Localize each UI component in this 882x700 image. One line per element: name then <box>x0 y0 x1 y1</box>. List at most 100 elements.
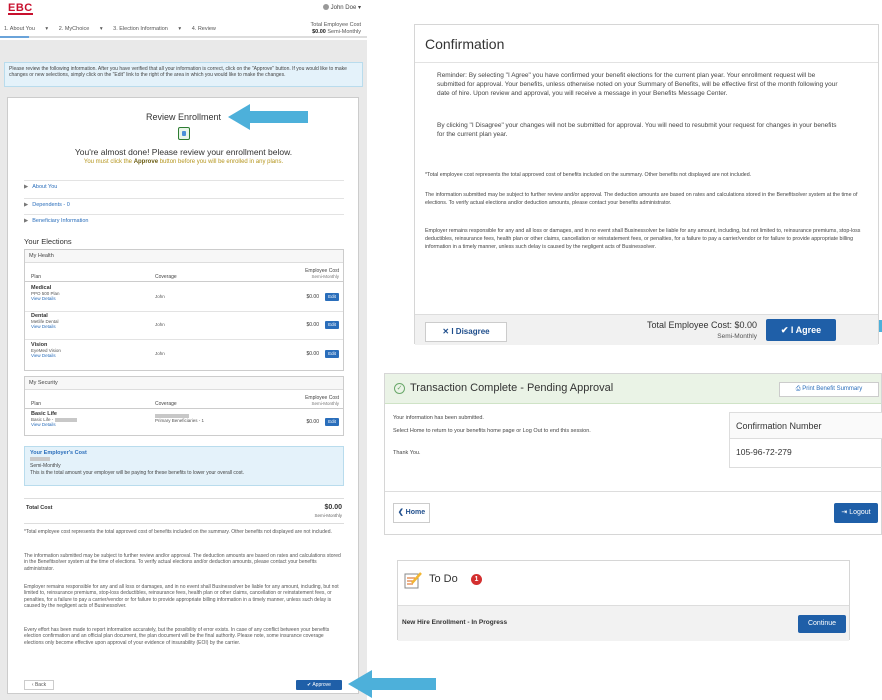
edit-button[interactable]: Edit <box>325 321 339 329</box>
panel-title: Transaction Complete - Pending Approval <box>410 382 614 394</box>
user-menu[interactable]: John Doe ▾ <box>322 4 361 11</box>
footnote-liability: Employer remains responsible for any and… <box>425 228 861 250</box>
header-total-value: $0.00 <box>312 28 326 35</box>
home-button[interactable]: ❮ Home <box>393 503 430 523</box>
chevron-down-icon: ▾ <box>356 5 361 11</box>
reminder-text: Reminder: By selecting "I Agree" you hav… <box>437 72 838 97</box>
footer-total-period: Semi-Monthly <box>717 333 757 340</box>
dialog-body: Reminder: By selecting "I Agree" you hav… <box>425 63 868 318</box>
dialog-footer: ✕ I Disagree Total Employee Cost: $0.00 … <box>415 314 878 345</box>
todo-list-icon <box>404 572 422 589</box>
footnote-total: *Total employee cost represents the tota… <box>24 529 332 535</box>
plan-row-medical: Medical PPO 500 Plan View Details <box>31 285 60 301</box>
print-benefit-summary-button[interactable]: ⎙ Print Benefit Summary <box>779 382 879 397</box>
col-plan: Plan <box>31 274 42 280</box>
back-button[interactable]: ‹ Back <box>24 680 54 690</box>
plan-row-vision: Vision EyeMed Vision View Details <box>31 342 61 358</box>
review-enrollment-screen: EBC John Doe ▾ 1. About You ▾ 2. MyChoic… <box>0 0 367 700</box>
submitted-text: Your information has been submitted. <box>393 415 484 421</box>
panel-header: ✓ Transaction Complete - Pending Approva… <box>385 374 881 404</box>
accordion-about-you[interactable]: ▶ About You <box>24 180 344 192</box>
user-icon <box>322 4 329 11</box>
almost-done-text: You're almost done! Please review your e… <box>74 147 293 157</box>
caret-right-icon: ▶ <box>24 202 29 208</box>
footer-total-cost: Total Employee Cost: $0.00 <box>646 320 757 330</box>
chevron-left-icon: ❮ <box>397 509 406 516</box>
total-cost-period: Semi-Monthly <box>314 513 342 518</box>
cost-value: $0.00 <box>306 294 319 300</box>
view-details-link[interactable]: View Details <box>31 353 61 358</box>
cost-value: $0.00 <box>306 351 319 357</box>
edit-button[interactable]: Edit <box>325 418 339 426</box>
total-cost-value: $0.00 <box>324 504 342 511</box>
col-employee-cost: Employee Cost Semi-Monthly <box>305 395 339 406</box>
footnote-accuracy: Every effort has been made to report inf… <box>24 627 330 646</box>
continue-button[interactable]: Continue <box>798 615 846 633</box>
agree-button[interactable]: ✔ I Agree <box>766 319 836 341</box>
plan-row-dental: Dental Metlife Dental View Details <box>31 313 59 329</box>
redacted-value <box>30 457 50 462</box>
todo-panel: To Do 1 New Hire Enrollment - In Progres… <box>397 560 850 641</box>
disagree-button[interactable]: ✕ I Disagree <box>425 322 507 342</box>
cost-value: $0.00 <box>306 322 319 328</box>
callout-arrow <box>228 104 308 130</box>
step-about-you[interactable]: 1. About You ▾ <box>4 26 48 32</box>
accordion-beneficiary[interactable]: ▶ Beneficiary Information <box>24 214 344 226</box>
panel-footer: ❮ Home ⇥ Logout <box>385 491 881 536</box>
employer-cost-box: Your Employer's Cost Semi-Monthly This i… <box>24 446 344 486</box>
confirmation-number-value: 105-96-72-279 <box>736 447 792 457</box>
logo: EBC <box>8 2 33 15</box>
progress-bar <box>0 36 367 38</box>
step-mychoice[interactable]: 2. MyChoice ▾ <box>59 26 103 32</box>
callout-arrow <box>348 670 436 698</box>
your-elections-heading: Your Elections <box>24 237 72 246</box>
employer-cost-desc: This is the total amount your employer w… <box>30 469 244 476</box>
todo-title: To Do <box>429 573 458 585</box>
step-election-information[interactable]: 3. Election Information ▾ <box>113 26 181 32</box>
coverage-value: John <box>155 322 165 327</box>
coverage-value: John <box>155 294 165 299</box>
view-details-link[interactable]: View Details <box>31 296 60 301</box>
page-title: Review Enrollment <box>145 112 222 122</box>
view-details-link[interactable]: View Details <box>31 422 77 427</box>
coverage-value: John <box>155 351 165 356</box>
instructions-notice: Please review the following information.… <box>4 62 363 87</box>
user-name: John Doe <box>330 5 357 11</box>
disagree-text: By clicking "I Disagree" your changes wi… <box>437 122 837 138</box>
shield-icon <box>178 127 190 140</box>
confirmation-dialog: Confirmation Reminder: By selecting "I A… <box>414 24 879 345</box>
transaction-complete-panel: ✓ Transaction Complete - Pending Approva… <box>384 373 882 535</box>
header-total-cost: Total Employee Cost $0.00 Semi-Monthly <box>311 22 361 35</box>
group-title: My Security <box>25 377 343 390</box>
col-coverage: Coverage <box>155 401 177 407</box>
approve-button[interactable]: ✔ Approve <box>296 680 342 690</box>
thank-you-text: Thank You. <box>393 450 421 456</box>
logout-button[interactable]: ⇥ Logout <box>834 503 878 523</box>
dialog-title: Confirmation <box>415 25 878 63</box>
todo-item-row: New Hire Enrollment - In Progress Contin… <box>398 605 849 641</box>
edit-button[interactable]: Edit <box>325 350 339 358</box>
edit-button[interactable]: Edit <box>325 293 339 301</box>
group-title: My Health <box>25 250 343 263</box>
check-icon: ✔ <box>780 325 791 335</box>
accordion-dependents[interactable]: ▶ Dependents - 0 <box>24 198 344 210</box>
progress-fill <box>0 36 30 38</box>
cost-value: $0.00 <box>306 419 319 425</box>
plan-row-basic-life: Basic Life Basic Life - View Details <box>31 411 77 427</box>
view-details-link[interactable]: View Details <box>31 324 59 329</box>
col-employee-cost: Employee Cost Semi-Monthly <box>305 268 339 279</box>
confirmation-number-box: Confirmation Number 105-96-72-279 <box>729 412 882 468</box>
my-health-group: My Health Plan Coverage Employee Cost Sem… <box>24 249 344 371</box>
my-security-group: My Security Plan Coverage Employee Cost S… <box>24 376 344 436</box>
col-coverage: Coverage <box>155 274 177 280</box>
footnote-total: *Total employee cost represents the tota… <box>425 172 752 178</box>
caret-right-icon: ▶ <box>24 184 29 190</box>
step-nav: 1. About You ▾ 2. MyChoice ▾ 3. Election… <box>4 26 225 32</box>
todo-item-label: New Hire Enrollment - In Progress <box>402 619 508 626</box>
step-review[interactable]: 4. Review <box>192 26 216 32</box>
home-instructions-text: Select Home to return to your benefits h… <box>393 428 591 434</box>
header-total-period: Semi-Monthly <box>327 28 361 35</box>
close-icon: ✕ <box>442 327 452 336</box>
caret-right-icon: ▶ <box>24 218 29 224</box>
todo-count-badge: 1 <box>471 574 482 585</box>
